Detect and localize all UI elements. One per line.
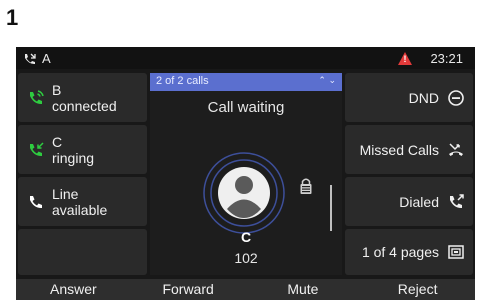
account-label: A: [42, 51, 51, 66]
line-key-empty[interactable]: [18, 229, 147, 275]
line-key-b-state: connected: [52, 97, 117, 114]
line-status-icon: [25, 53, 36, 64]
dnd-label: DND: [408, 89, 439, 106]
phone-icon: [30, 195, 42, 208]
status-bar: A ! 23:21: [16, 47, 475, 69]
line-key-available-line2: available: [52, 201, 108, 218]
missed-calls-key[interactable]: Missed Calls: [345, 125, 473, 174]
forward-button[interactable]: Forward: [131, 279, 246, 300]
dialed-key[interactable]: Dialed: [345, 177, 473, 226]
call-count-bar[interactable]: 2 of 2 calls ⌃ ⌄: [150, 73, 342, 91]
dnd-icon: [448, 89, 464, 106]
missed-calls-icon: [449, 142, 463, 156]
softkey-bar: Answer Forward Mute Reject: [16, 279, 475, 300]
reject-button[interactable]: Reject: [360, 279, 475, 300]
scrollbar[interactable]: [330, 185, 332, 231]
missed-calls-label: Missed Calls: [359, 141, 439, 158]
pages-icon: [448, 245, 464, 259]
chevron-up-down-icon[interactable]: ⌃ ⌄: [318, 75, 336, 86]
line-key-available-line1: Line: [52, 185, 79, 202]
line-key-b-name: B: [52, 81, 62, 98]
step-number: 1: [6, 5, 19, 30]
page-indicator-label: 1 of 4 pages: [361, 244, 439, 260]
call-status: Call waiting: [207, 99, 285, 116]
line-key-b[interactable]: B connected: [18, 73, 147, 122]
caller-number: 102: [234, 250, 258, 266]
line-key-c-state: ringing: [52, 149, 95, 166]
dnd-key[interactable]: DND: [345, 73, 473, 122]
alert-icon[interactable]: !: [398, 52, 413, 65]
call-connected-icon: [30, 89, 44, 104]
caller-name: C: [240, 229, 252, 245]
line-key-c-name: C: [52, 133, 63, 150]
answer-button[interactable]: Answer: [16, 279, 131, 300]
clock: 23:21: [430, 51, 463, 66]
line-key-available[interactable]: Line available: [18, 177, 147, 226]
line-key-c[interactable]: C ringing: [18, 125, 147, 174]
mute-button[interactable]: Mute: [246, 279, 361, 300]
dialed-label: Dialed: [399, 193, 439, 210]
page-indicator-key[interactable]: 1 of 4 pages: [345, 229, 473, 275]
caller-avatar: [203, 152, 285, 234]
call-incoming-icon: [30, 141, 44, 156]
phone-screen: A ! 23:21 B connected C ringing Line ava…: [16, 47, 475, 300]
call-count: 2 of 2 calls: [156, 75, 209, 87]
encrypted-call-icon: [300, 178, 312, 194]
call-panel[interactable]: 2 of 2 calls ⌃ ⌄ Call waiting C 102: [150, 73, 342, 275]
dialed-calls-icon: [450, 193, 464, 208]
